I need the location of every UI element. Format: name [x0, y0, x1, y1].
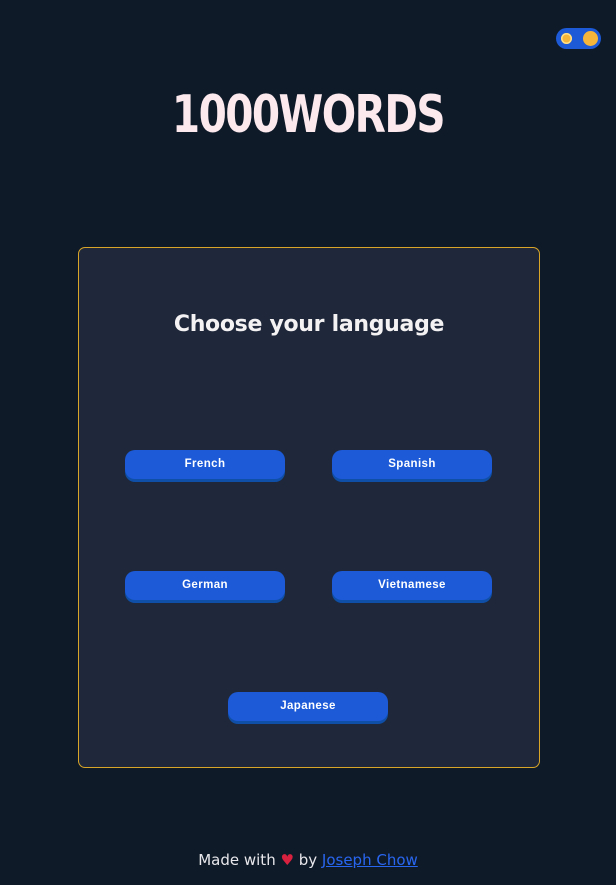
card-title: Choose your language — [173, 312, 445, 337]
sun-icon — [561, 33, 572, 44]
theme-toggle[interactable] — [556, 28, 601, 49]
heart-icon: ♥ — [280, 851, 294, 869]
footer-by: by — [298, 851, 318, 869]
language-button-vietnamese[interactable]: Vietnamese — [332, 571, 492, 600]
language-button-japanese[interactable]: Japanese — [228, 692, 388, 721]
app-page: 1000WORDS Choose your language French Sp… — [0, 0, 616, 885]
language-button-german[interactable]: German — [125, 571, 285, 600]
language-button-french[interactable]: French — [125, 450, 285, 479]
footer: Made with ♥ by Joseph Chow — [0, 849, 616, 871]
language-card: Choose your language French Spanish Germ… — [78, 247, 540, 768]
language-button-spanish[interactable]: Spanish — [332, 450, 492, 479]
author-link[interactable]: Joseph Chow — [322, 851, 418, 869]
footer-made-with: Made with — [198, 851, 276, 869]
toggle-knob — [583, 31, 598, 46]
app-logo: 1000WORDS — [171, 85, 446, 145]
